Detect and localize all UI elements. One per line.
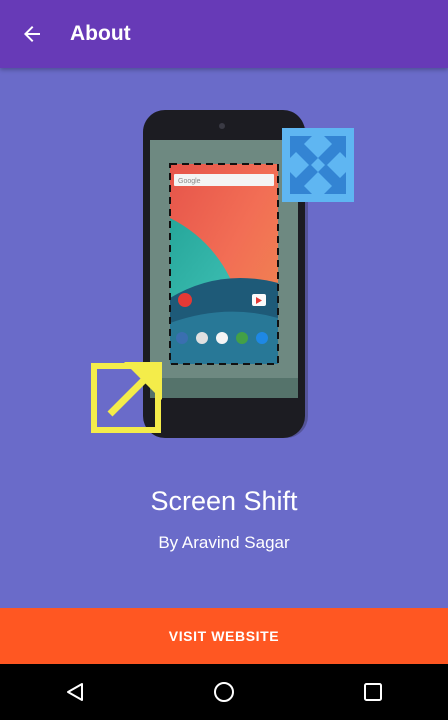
phone-camera [219, 123, 225, 129]
app-name: Screen Shift [150, 486, 298, 516]
app-bar: About [0, 0, 448, 68]
arrow-back-icon [24, 26, 40, 42]
page-title: About [70, 22, 131, 45]
author-line: By Aravind Sagar [158, 533, 290, 552]
nav-home-button[interactable] [192, 664, 256, 720]
back-button[interactable] [0, 0, 64, 68]
home-circle-icon [213, 682, 234, 702]
hero-illustration: Google [91, 110, 354, 438]
about-content: Google Screen Shift By Aravind Sagar [0, 68, 448, 608]
expand-icon [282, 128, 354, 202]
system-nav-bar [0, 664, 448, 720]
app-icon-photos [178, 293, 192, 307]
recents-square-icon [364, 683, 383, 701]
visit-website-button[interactable]: VISIT WEBSITE [0, 608, 448, 664]
back-triangle-icon [66, 683, 83, 701]
search-bar-text: Google [178, 178, 201, 185]
phone-screen: Google [150, 140, 298, 398]
nav-recents-button[interactable] [341, 664, 405, 720]
nav-back-button[interactable] [43, 664, 107, 720]
